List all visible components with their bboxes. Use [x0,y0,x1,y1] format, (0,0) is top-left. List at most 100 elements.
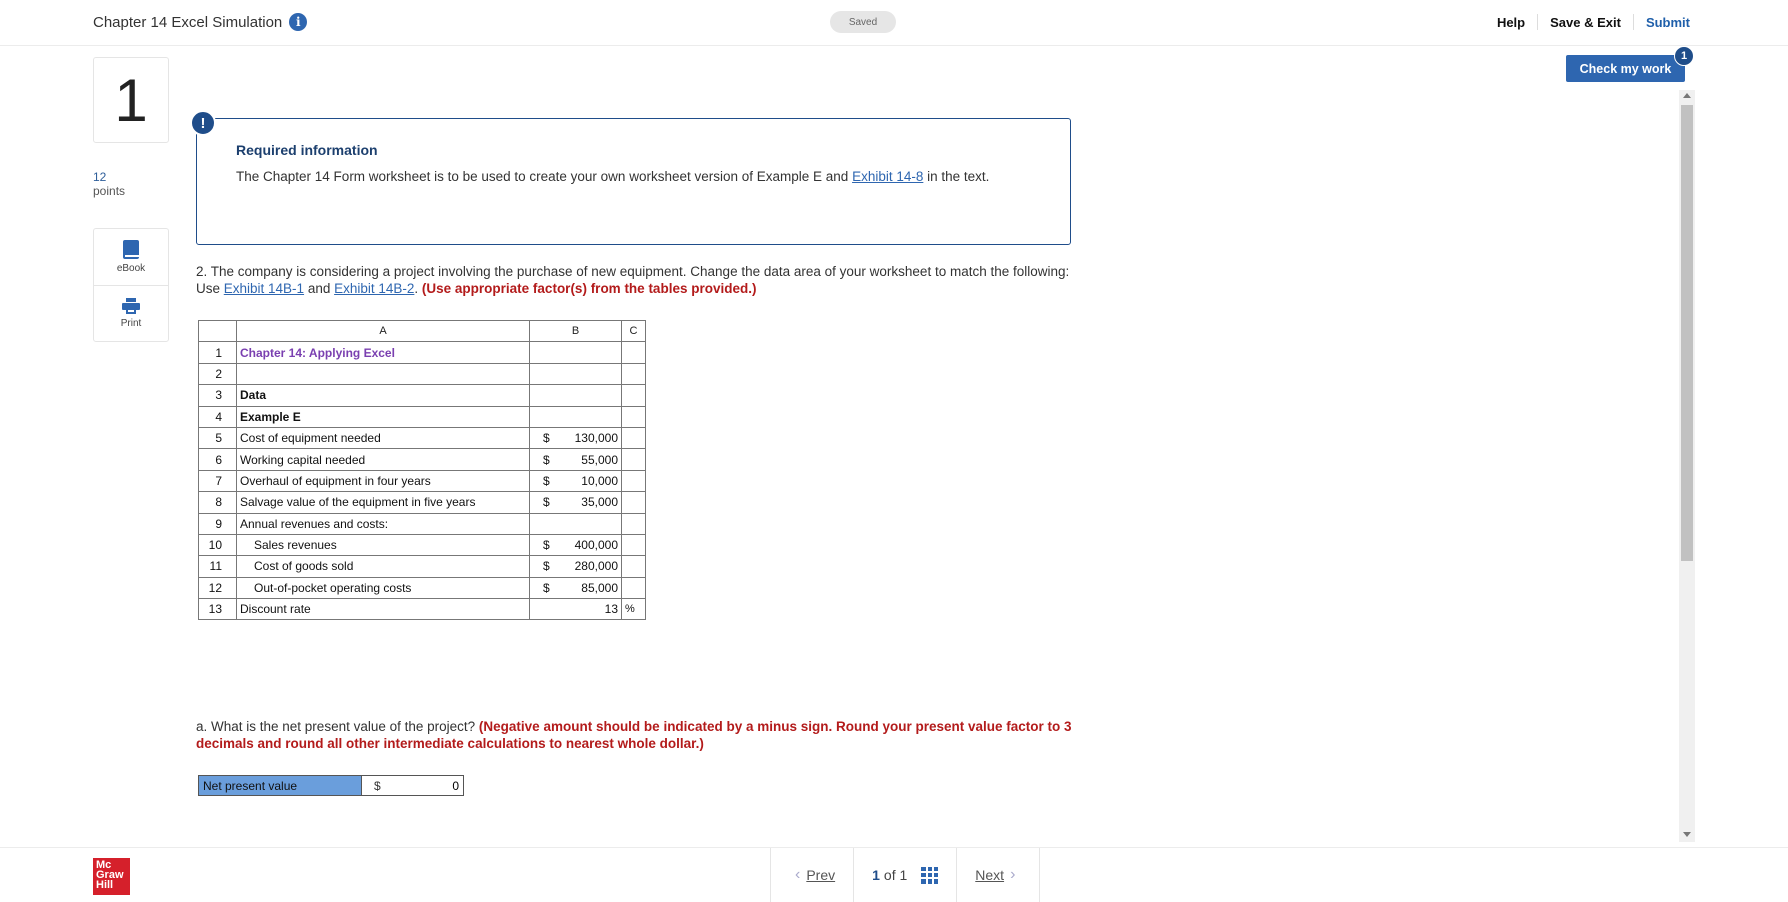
cell-c: % [621,598,646,621]
cell-c [621,512,646,535]
print-label: Print [120,318,142,329]
next-button[interactable]: Next › [956,848,1041,902]
column-header-b: B [529,319,622,343]
npv-input[interactable] [389,778,459,793]
help-link[interactable]: Help [1485,15,1537,30]
scroll-down-icon[interactable] [1683,832,1691,837]
cell-b [529,384,622,407]
cell-currency: $ [543,473,550,488]
grid-icon[interactable] [921,866,939,884]
cell-b: $35,000 [529,491,622,514]
cell-c [621,448,646,471]
cell-c [621,491,646,514]
cell-c [621,576,646,600]
page-indicator[interactable]: 1 of 1 [853,848,956,902]
info-icon[interactable]: i [289,13,308,31]
alert-icon: ! [190,110,216,136]
cell-value: 130,000 [574,431,618,446]
table-row: 2 [198,362,646,386]
cell-b [529,405,622,428]
table-row: 12 Out-of-pocket operating costs $85,000 [198,576,646,600]
cell-c [621,362,646,386]
cell-b: $55,000 [529,448,622,471]
cell-currency: $ [543,559,550,574]
prev-label: Prev [806,867,836,883]
cell-value: 55,000 [581,452,618,467]
cell-b [529,512,622,535]
scrollbar-thumb[interactable] [1681,105,1693,561]
npv-cell: $ [361,776,463,795]
table-row: 8 Salvage value of the equipment in five… [198,491,646,514]
saved-status-badge: Saved [830,11,896,33]
exhibit-14b-2-link[interactable]: Exhibit 14B-2 [334,281,414,296]
table-row: 13 Discount rate 13 % [198,598,646,621]
scroll-up-icon[interactable] [1683,93,1691,98]
next-label: Next [975,867,1005,883]
prev-button[interactable]: ‹ Prev [770,848,853,902]
exhibit-14b-1-link[interactable]: Exhibit 14B-1 [224,281,304,296]
assignment-title-text: Chapter 14 Excel Simulation [93,13,283,31]
cell-currency: $ [543,538,550,553]
logo-text: Hill [96,879,114,891]
cell-currency: $ [543,495,550,510]
cell-b: $10,000 [529,469,622,493]
cell-a: Cost of equipment needed [236,426,530,450]
cell-c [621,533,646,557]
ebook-button[interactable]: eBook [94,229,168,285]
cell-value: 400,000 [574,538,618,553]
check-my-work-button[interactable]: Check my work [1566,55,1685,82]
npv-label: Net present value [199,776,361,795]
row-number: 11 [198,555,237,578]
book-icon [123,240,139,259]
cell-currency: $ [543,452,550,467]
table-row: 9 Annual revenues and costs: [198,512,646,535]
row-number: 10 [198,533,237,557]
cell-value: 10,000 [581,473,618,488]
required-info-text-part: The Chapter 14 Form worksheet is to be u… [236,169,853,184]
pagination: ‹ Prev 1 of 1 Next › [770,848,1041,902]
cell-b [529,341,622,364]
tool-panel: eBook Print [93,228,169,342]
cell-a: Cost of goods sold [236,555,530,578]
points: 12 points [93,170,125,198]
cell-currency: $ [543,431,550,446]
print-button[interactable]: Print [94,285,168,341]
row-number: 4 [198,405,237,428]
submit-link[interactable]: Submit [1634,15,1690,30]
table-row: 3 Data [198,384,646,407]
page-count: 1 of 1 [872,867,907,883]
top-nav: Help Save & Exit Submit [1485,14,1690,30]
row-number: 3 [198,384,237,407]
row-number: 8 [198,491,237,514]
chevron-left-icon: ‹ [795,866,801,883]
cell-a [236,362,530,386]
table-row: 10 Sales revenues $400,000 [198,533,646,557]
ebook-label: eBook [116,263,146,274]
cell-value: 85,000 [581,580,618,595]
points-label: points [93,184,126,198]
cell-c [621,469,646,493]
points-value: 12 [93,170,107,184]
row-number: 7 [198,469,237,493]
column-header-c: C [621,319,646,343]
corner-cell [198,319,237,343]
row-number: 1 [198,341,237,364]
table-row: 11 Cost of goods sold $280,000 [198,555,646,578]
prompt-instruction: (Use appropriate factor(s) from the tabl… [421,281,757,296]
cell-value: 280,000 [574,559,618,574]
exhibit-14-8-link[interactable]: Exhibit 14-8 [852,169,923,184]
chevron-right-icon: › [1010,866,1016,883]
save-exit-link[interactable]: Save & Exit [1538,15,1633,30]
cell-a: Annual revenues and costs: [236,512,530,535]
npv-currency: $ [374,778,381,793]
cell-a: Sales revenues [236,533,530,557]
cell-c [621,341,646,364]
row-number: 6 [198,448,237,471]
cell-b: $85,000 [529,576,622,600]
part-a-question: a. What is the net present value of the … [196,718,1081,752]
current-page: 1 [872,867,880,883]
cell-a: Data [236,384,530,407]
cell-c [621,555,646,578]
check-count-badge: 1 [1674,46,1694,66]
npv-answer-row: Net present value $ [198,775,464,796]
